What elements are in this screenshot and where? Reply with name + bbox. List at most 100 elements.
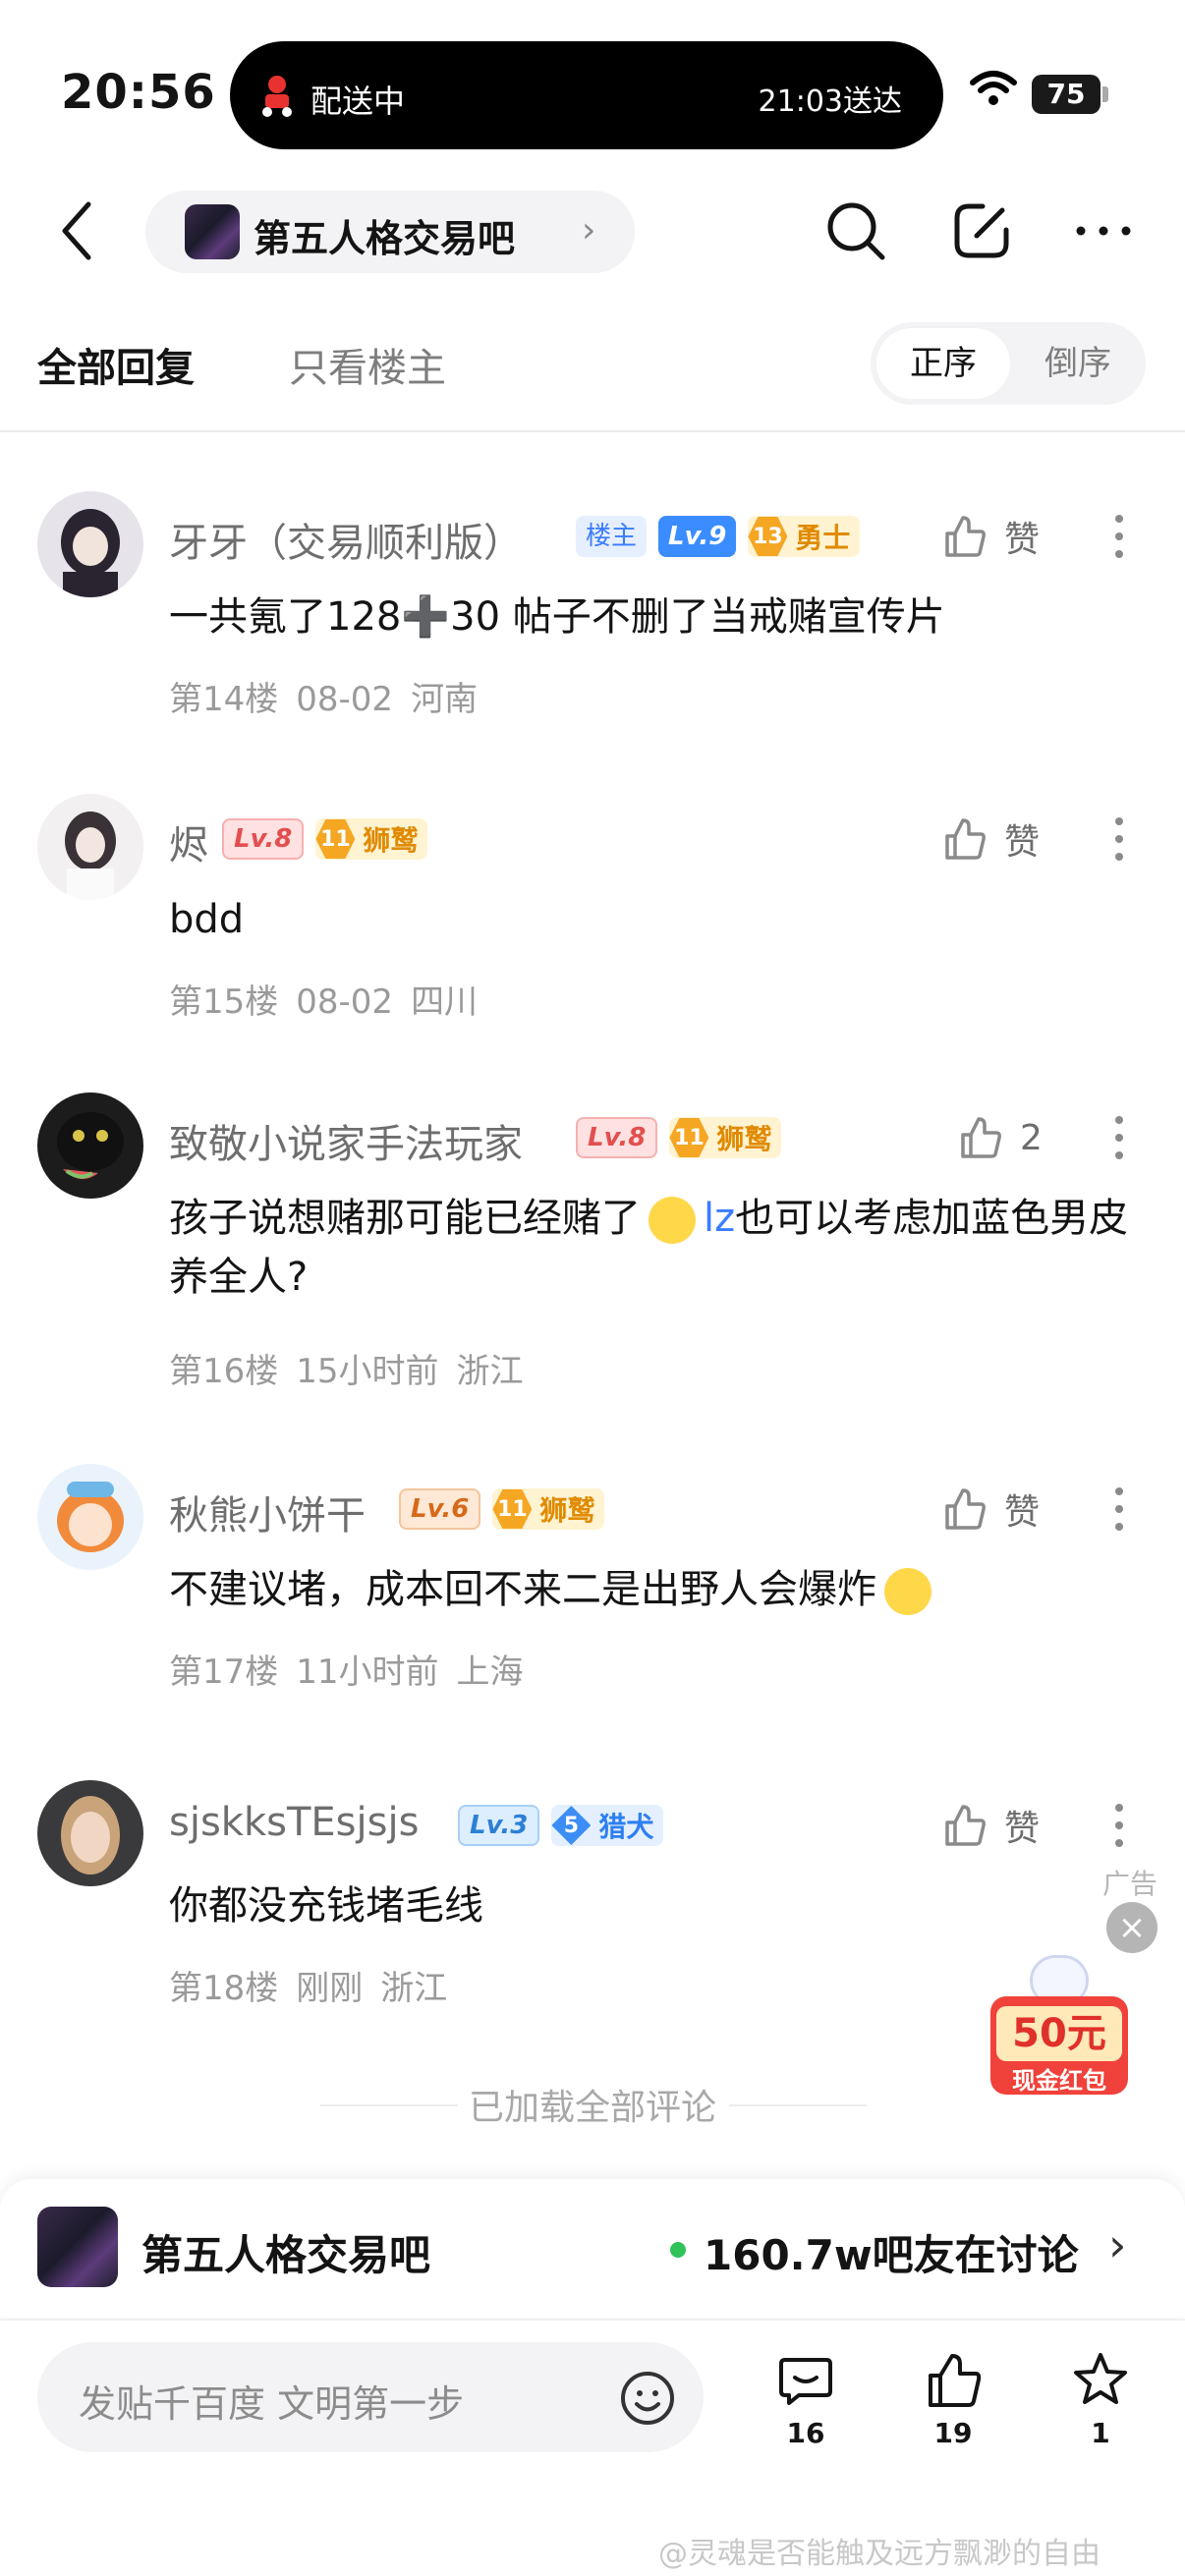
username[interactable]: sjskksTEsjsjs — [169, 1800, 419, 1845]
thumbs-up-icon — [945, 1488, 986, 1530]
sort-descending-button[interactable]: 倒序 — [1016, 328, 1140, 399]
comment-content: bdd — [169, 897, 245, 942]
post-location: 浙江 — [456, 1352, 524, 1391]
title-name: 狮鹫 — [539, 1494, 595, 1527]
comments-button[interactable]: 16 — [766, 2350, 845, 2449]
lz-search-link[interactable]: lz — [704, 1196, 735, 1241]
tab-all-replies[interactable]: 全部回复 — [37, 336, 195, 393]
reply-tabs: 全部回复 只看楼主 正序 倒序 — [0, 295, 1185, 432]
top-nav: 第五人格交易吧 › — [0, 167, 1185, 295]
like-label: 赞 — [1004, 1492, 1041, 1533]
wifi-icon — [970, 71, 1017, 105]
edit-post-icon[interactable] — [949, 198, 1014, 263]
like-button[interactable]: 赞 — [941, 1798, 1040, 1853]
comment-content: 孩子说想赌那可能已经赌了 lz也可以考虑加蓝色男皮养全人? — [169, 1189, 1142, 1307]
status-bar: 20:56 配送中 21:03送达 75 — [0, 0, 1185, 167]
like-button[interactable]: 赞 — [941, 1482, 1040, 1537]
owner-badge: 楼主 — [576, 516, 648, 557]
bottom-input-bar: 发贴千百度 文明第一步 16 19 1 — [0, 2319, 1185, 2515]
like-button[interactable]: 赞 — [941, 509, 1040, 564]
user-avatar[interactable] — [37, 1092, 143, 1199]
level-badge: Lv.9 — [658, 516, 737, 557]
thumbs-up-icon — [929, 2354, 982, 2407]
user-avatar[interactable] — [37, 491, 143, 597]
chevron-right-icon: › — [582, 210, 596, 251]
floor-number: 第17楼 — [169, 1652, 279, 1692]
title-rank-number: 11 — [492, 1489, 533, 1529]
sort-ascending-button[interactable]: 正序 — [876, 328, 1010, 399]
more-icon[interactable] — [1071, 198, 1136, 263]
user-avatar[interactable] — [37, 794, 143, 900]
reply-input[interactable]: 发贴千百度 文明第一步 — [37, 2342, 704, 2452]
comment-content: 不建议堵，成本回不来二是出野人会爆炸 — [169, 1560, 1142, 1619]
level-badge: Lv.3 — [458, 1805, 540, 1846]
title-name: 勇士 — [795, 522, 851, 554]
likes-count: 19 — [933, 2417, 973, 2449]
forum-name-pill[interactable]: 第五人格交易吧 › — [145, 191, 635, 273]
delivery-eta: 21:03送达 — [758, 84, 902, 119]
more-options-icon[interactable] — [1104, 1796, 1134, 1855]
search-icon[interactable] — [823, 198, 888, 263]
thumbs-up-icon — [961, 1117, 1001, 1158]
floor-number: 第18楼 — [169, 1969, 279, 2008]
post-time: 08-02 — [296, 982, 394, 1022]
like-label: 赞 — [1004, 822, 1041, 863]
user-badges: Lv.8 11 狮鹫 — [576, 1116, 782, 1159]
title-badge: 5 猎犬 — [551, 1805, 664, 1846]
weibo-watermark: @灵魂是否能触及远方飘渺的自由 — [658, 2537, 1100, 2571]
tab-owner-only[interactable]: 只看楼主 — [289, 336, 446, 393]
floor-number: 第15楼 — [169, 982, 279, 1022]
title-rank-number: 11 — [669, 1118, 709, 1157]
user-avatar[interactable] — [37, 1780, 143, 1886]
post-time: 刚刚 — [296, 1969, 364, 2008]
title-name: 猎犬 — [598, 1811, 654, 1843]
comment-meta: 第17楼 11小时前 上海 — [169, 1645, 541, 1693]
more-options-icon[interactable] — [1104, 1480, 1134, 1539]
forum-avatar — [37, 2207, 118, 2287]
favorite-button[interactable]: 1 — [1061, 2350, 1140, 2449]
username[interactable]: 牙牙（交易顺利版） — [169, 511, 523, 568]
forum-name: 第五人格交易吧 — [141, 2231, 431, 2279]
level-badge: Lv.6 — [399, 1488, 481, 1530]
battery-tip — [1102, 86, 1108, 102]
username[interactable]: 烬 — [169, 813, 208, 870]
post-location: 浙江 — [380, 1969, 448, 2008]
star-icon — [1074, 2353, 1127, 2404]
more-options-icon[interactable] — [1104, 507, 1134, 566]
title-rank-number: 13 — [748, 517, 788, 556]
post-location: 河南 — [411, 680, 479, 719]
status-time: 20:56 — [61, 65, 216, 120]
like-button[interactable]: 2 — [957, 1110, 1043, 1165]
forum-entry-bar[interactable]: 第五人格交易吧 160.7w吧友在讨论 › — [0, 2179, 1185, 2317]
like-label: 赞 — [1004, 520, 1041, 560]
favorites-count: 1 — [1091, 2417, 1110, 2449]
like-post-button[interactable]: 19 — [914, 2350, 992, 2449]
username[interactable]: 秋熊小饼干 — [169, 1484, 366, 1540]
ad-close-icon[interactable]: × — [1106, 1902, 1157, 1953]
user-avatar[interactable] — [37, 1464, 143, 1570]
sort-toggle: 正序 倒序 — [871, 322, 1146, 405]
thumbs-up-icon — [945, 818, 986, 860]
username[interactable]: 致敬小说家手法玩家 — [169, 1112, 523, 1169]
level-badge: Lv.8 — [222, 818, 305, 860]
user-badges: Lv.8 11 狮鹫 — [222, 817, 428, 861]
title-name: 狮鹫 — [363, 824, 419, 857]
floor-number: 第16楼 — [169, 1352, 279, 1391]
discussing-count: 160.7w吧友在讨论 — [704, 2231, 1079, 2279]
title-badge: 11 狮鹫 — [315, 818, 428, 860]
thumbs-up-icon — [945, 516, 986, 557]
more-options-icon[interactable] — [1104, 1108, 1134, 1167]
user-badges: Lv.3 5 猎犬 — [458, 1804, 664, 1847]
delivery-status: 配送中 — [310, 83, 406, 120]
back-arrow-icon[interactable] — [49, 196, 108, 265]
post-time: 08-02 — [296, 680, 394, 719]
comment-bubble-icon — [779, 2358, 832, 2405]
emoji-smile-icon[interactable] — [619, 2370, 676, 2427]
like-button[interactable]: 赞 — [941, 812, 1040, 867]
title-name: 狮鹫 — [716, 1123, 772, 1155]
title-badge: 11 狮鹫 — [492, 1488, 605, 1530]
title-rank-number: 5 — [551, 1806, 592, 1845]
level-badge: Lv.8 — [576, 1117, 658, 1158]
more-options-icon[interactable] — [1104, 810, 1134, 868]
dynamic-island[interactable]: 配送中 21:03送达 — [230, 41, 943, 149]
